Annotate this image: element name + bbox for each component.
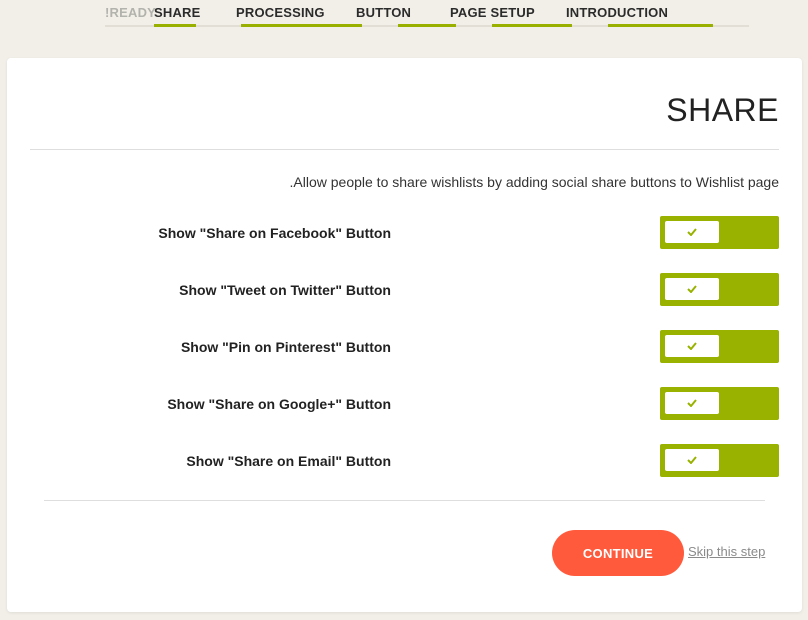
step-button-indicator <box>398 24 456 27</box>
step-processing-indicator <box>241 24 362 27</box>
option-label-email: Show "Share on Email" Button <box>186 453 391 469</box>
toggle-knob <box>665 449 719 471</box>
step-processing[interactable]: PROCESSING <box>236 5 325 20</box>
option-label-twitter: Show "Tweet on Twitter" Button <box>179 282 391 298</box>
step-button[interactable]: BUTTON <box>356 5 411 20</box>
step-introduction[interactable]: INTRODUCTION <box>566 5 668 20</box>
step-share[interactable]: SHARE <box>154 5 201 20</box>
intro-text: .Allow people to share wishlists by addi… <box>289 174 779 190</box>
toggle-knob <box>665 392 719 414</box>
footer-divider <box>44 500 765 501</box>
step-page-setup-indicator <box>492 24 572 27</box>
continue-button[interactable]: CONTINUE <box>552 530 684 576</box>
toggle-knob <box>665 335 719 357</box>
toggle-pinterest[interactable] <box>660 330 779 363</box>
share-settings-card: SHARE .Allow people to share wishlists b… <box>7 58 802 612</box>
option-label-google-plus: Show "Share on Google+" Button <box>167 396 391 412</box>
option-row-email: Show "Share on Email" Button <box>7 444 802 478</box>
check-icon <box>687 342 697 350</box>
toggle-twitter[interactable] <box>660 273 779 306</box>
option-row-google-plus: Show "Share on Google+" Button <box>7 387 802 421</box>
step-page-setup[interactable]: PAGE SETUP <box>450 5 535 20</box>
option-label-pinterest: Show "Pin on Pinterest" Button <box>180 339 391 355</box>
step-share-indicator <box>154 24 196 27</box>
wizard-steps: !READY SHARE PROCESSING BUTTON PAGE SETU… <box>105 0 749 28</box>
step-introduction-indicator <box>608 24 713 27</box>
option-row-facebook: Show "Share on Facebook" Button <box>7 216 802 250</box>
toggle-email[interactable] <box>660 444 779 477</box>
option-row-twitter: Show "Tweet on Twitter" Button <box>7 273 802 307</box>
option-row-pinterest: Show "Pin on Pinterest" Button <box>7 330 802 364</box>
step-ready[interactable]: !READY <box>105 5 156 20</box>
check-icon <box>687 228 697 236</box>
title-divider <box>30 149 779 150</box>
toggle-knob <box>665 221 719 243</box>
toggle-google-plus[interactable] <box>660 387 779 420</box>
check-icon <box>687 399 697 407</box>
toggle-knob <box>665 278 719 300</box>
skip-step-link[interactable]: Skip this step <box>688 544 765 559</box>
check-icon <box>687 456 697 464</box>
toggle-facebook[interactable] <box>660 216 779 249</box>
option-label-facebook: Show "Share on Facebook" Button <box>158 225 391 241</box>
page-title: SHARE <box>666 92 779 128</box>
check-icon <box>687 285 697 293</box>
